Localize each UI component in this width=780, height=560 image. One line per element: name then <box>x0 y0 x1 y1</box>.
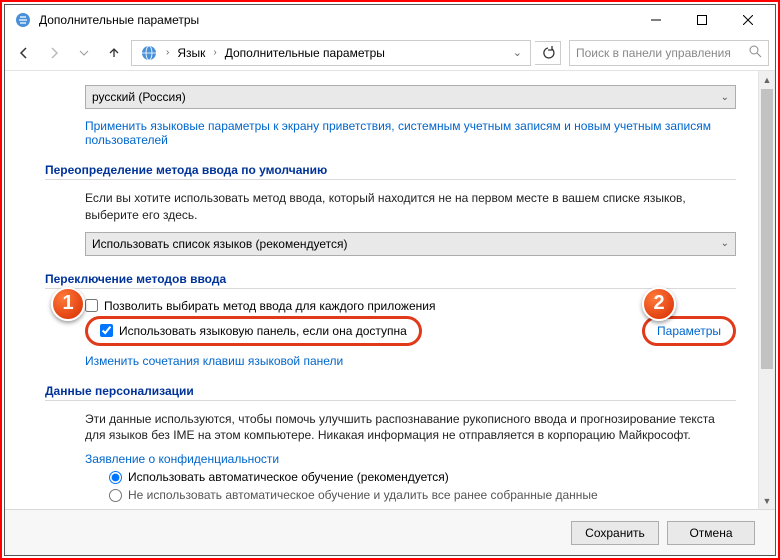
divider <box>45 400 736 401</box>
footer: Сохранить Отмена <box>5 509 775 555</box>
breadcrumb-item-lang[interactable]: Язык <box>177 46 205 60</box>
chevron-down-icon: ⌄ <box>721 92 729 103</box>
back-button[interactable] <box>11 40 37 66</box>
scroll-thumb[interactable] <box>761 89 773 369</box>
auto-learning-on-radio[interactable] <box>109 471 122 484</box>
chevron-right-icon: › <box>213 47 216 58</box>
section-heading-personalization: Данные персонализации <box>45 384 736 398</box>
per-app-input-checkbox-row[interactable]: Позволить выбирать метод ввода для каждо… <box>85 299 736 313</box>
default-input-description: Если вы хотите использовать метод ввода,… <box>85 190 736 224</box>
annotation-callout-1: 1 <box>51 287 85 321</box>
chevron-down-icon[interactable]: ⌄ <box>513 46 522 59</box>
divider <box>45 179 736 180</box>
section-heading-switching: Переключение методов ввода <box>45 272 736 286</box>
save-button[interactable]: Сохранить <box>571 521 659 545</box>
checkbox-label: Использовать языковую панель, если она д… <box>119 324 407 338</box>
minimize-button[interactable] <box>633 5 679 35</box>
window-title: Дополнительные параметры <box>39 13 633 27</box>
main-content: русский (Россия) ⌄ Применить языковые па… <box>5 71 758 509</box>
auto-learning-off-radio[interactable] <box>109 489 122 502</box>
dropdown-value: русский (Россия) <box>92 90 186 104</box>
apply-to-welcome-link[interactable]: Применить языковые параметры к экрану пр… <box>85 119 736 147</box>
up-button[interactable] <box>101 40 127 66</box>
annotation-callout-2: 2 <box>642 287 676 321</box>
close-button[interactable] <box>725 5 771 35</box>
refresh-button[interactable] <box>535 41 561 65</box>
search-placeholder: Поиск в панели управления <box>576 46 731 60</box>
per-app-input-checkbox[interactable] <box>85 299 98 312</box>
breadcrumb[interactable]: › Язык › Дополнительные параметры ⌄ <box>131 40 531 66</box>
auto-learning-on-radio-row[interactable]: Использовать автоматическое обучение (ре… <box>109 470 736 484</box>
recent-dropdown-icon[interactable] <box>71 40 97 66</box>
scroll-down-icon[interactable]: ▼ <box>759 492 775 509</box>
maximize-button[interactable] <box>679 5 725 35</box>
forward-button <box>41 40 67 66</box>
radio-label: Не использовать автоматическое обучение … <box>128 488 598 502</box>
auto-learning-off-radio-row[interactable]: Не использовать автоматическое обучение … <box>109 488 736 502</box>
breadcrumb-item-advanced[interactable]: Дополнительные параметры <box>225 46 385 60</box>
language-bar-checkbox-row[interactable]: Использовать языковую панель, если она д… <box>100 324 407 338</box>
control-panel-icon <box>15 12 31 28</box>
checkbox-label: Позволить выбирать метод ввода для каждо… <box>104 299 435 313</box>
chevron-right-icon: › <box>166 47 169 58</box>
default-input-dropdown[interactable]: Использовать список языков (рекомендуетс… <box>85 232 736 256</box>
section-heading-default-input: Переопределение метода ввода по умолчани… <box>45 163 736 177</box>
personalization-description: Эти данные используются, чтобы помочь ул… <box>85 411 736 445</box>
navbar: › Язык › Дополнительные параметры ⌄ Поис… <box>5 35 775 71</box>
titlebar: Дополнительные параметры <box>5 5 775 35</box>
language-bar-options-link[interactable]: Параметры <box>657 324 721 338</box>
chevron-down-icon: ⌄ <box>721 238 729 249</box>
privacy-statement-link[interactable]: Заявление о конфиденциальности <box>85 452 736 466</box>
divider <box>45 288 736 289</box>
search-icon <box>749 45 762 61</box>
dropdown-value: Использовать список языков (рекомендуетс… <box>92 237 348 251</box>
change-hotkeys-link[interactable]: Изменить сочетания клавиш языковой панел… <box>85 354 736 368</box>
cancel-button[interactable]: Отмена <box>667 521 755 545</box>
scroll-up-icon[interactable]: ▲ <box>759 71 775 88</box>
annotation-highlight-1: Использовать языковую панель, если она д… <box>85 316 422 346</box>
vertical-scrollbar[interactable]: ▲ ▼ <box>758 71 775 509</box>
radio-label: Использовать автоматическое обучение (ре… <box>128 470 449 484</box>
display-language-dropdown[interactable]: русский (Россия) ⌄ <box>85 85 736 109</box>
search-input[interactable]: Поиск в панели управления <box>569 40 769 66</box>
globe-lang-icon <box>140 44 158 62</box>
language-bar-checkbox[interactable] <box>100 324 113 337</box>
